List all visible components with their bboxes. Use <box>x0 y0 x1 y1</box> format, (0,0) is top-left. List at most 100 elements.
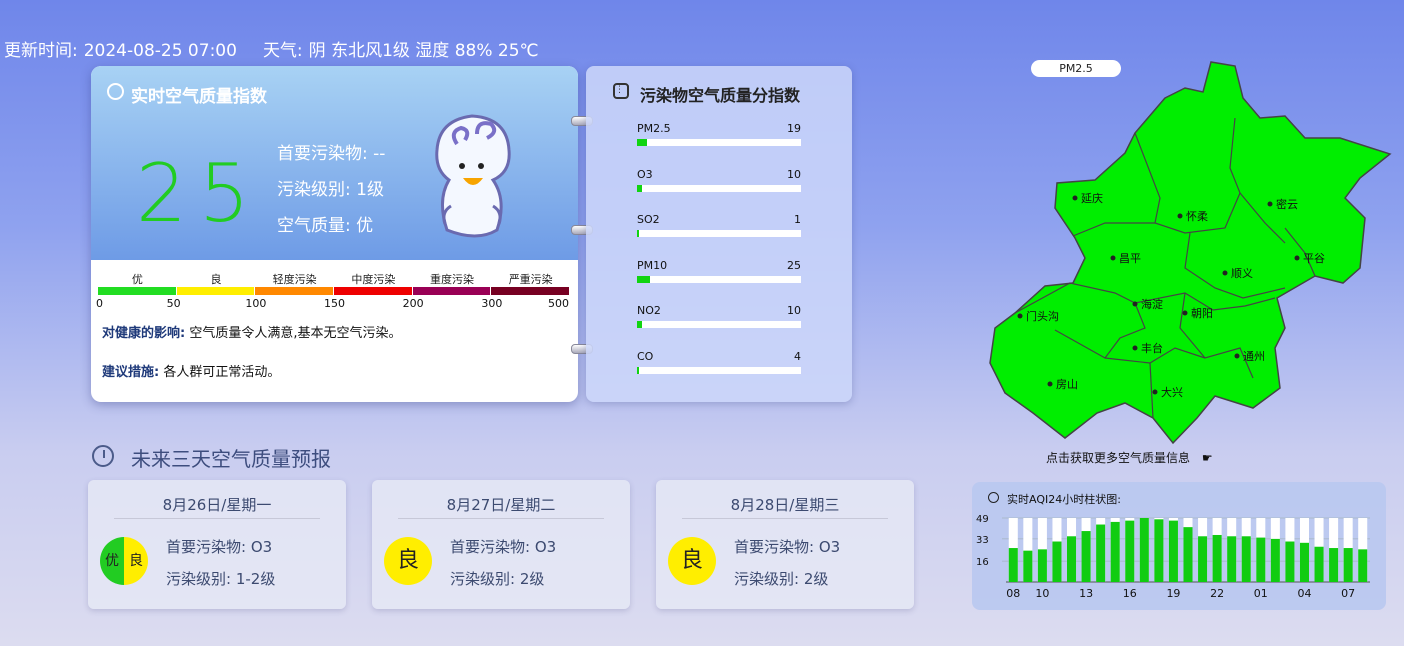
health-impact: 对健康的影响: 空气质量令人满意,基本无空气污染。 <box>102 322 401 341</box>
more-info-text[interactable]: 点击获取更多空气质量信息 <box>1046 451 1190 465</box>
forecast-card[interactable]: 8月28日/星期三 良 首要污染物: O3 污染级别: 2级 <box>656 480 914 609</box>
aqi-bar[interactable] <box>1256 537 1266 582</box>
aqi-bar[interactable] <box>1052 541 1062 582</box>
beijing-map[interactable]: 延庆怀柔 密云昌平顺义 平谷门头沟 海淀朝阳丰台通州房山大兴 <box>985 58 1395 448</box>
divider <box>398 518 604 519</box>
aqi-bar[interactable] <box>1270 538 1280 582</box>
district-marker[interactable] <box>1017 313 1023 319</box>
district-marker[interactable] <box>1182 310 1188 316</box>
pollutant-name: SO2 <box>637 213 660 226</box>
district-label[interactable]: 丰台 <box>1141 341 1163 355</box>
y-tick-label: 16 <box>976 557 989 568</box>
x-tick-label: 07 <box>1341 587 1355 600</box>
aqi-bar[interactable] <box>1168 520 1178 582</box>
pollutant-row: O3 10 <box>637 168 801 198</box>
aqi-bar[interactable] <box>1198 536 1208 582</box>
level-name: 轻度污染 <box>272 273 317 286</box>
forecast-card[interactable]: 8月26日/星期一 优 良 首要污染物: O3 污染级别: 1-2级 <box>88 480 346 609</box>
aqi-bar[interactable] <box>1183 527 1193 582</box>
district-label[interactable]: 通州 <box>1243 350 1265 363</box>
mascot-icon <box>435 114 511 238</box>
level-badge: 优 良 <box>100 537 148 585</box>
district-label[interactable]: 海淀 <box>1141 297 1163 311</box>
x-tick-label: 19 <box>1166 587 1180 600</box>
district-marker[interactable] <box>1132 345 1138 351</box>
forecast-date: 8月26日/星期一 <box>162 496 272 514</box>
pollutant-bar-track <box>637 139 801 146</box>
aqi-bar[interactable] <box>1241 536 1251 582</box>
update-label: 更新时间: <box>4 41 78 61</box>
aqi-bar[interactable] <box>1067 536 1077 582</box>
grid-icon: ⋮⋮ <box>613 83 633 99</box>
aqi-bar[interactable] <box>1037 549 1047 582</box>
forecast-date: 8月28日/星期三 <box>730 496 840 514</box>
district-marker[interactable] <box>1234 353 1240 359</box>
district-marker[interactable] <box>1152 389 1158 395</box>
aqi-bar[interactable] <box>1358 549 1368 582</box>
aqi-bar[interactable] <box>1096 524 1106 582</box>
district-marker[interactable] <box>1294 255 1300 261</box>
district-marker[interactable] <box>1222 270 1228 276</box>
pollutant-name: PM2.5 <box>637 122 671 135</box>
forecast-level: 污染级别: 2级 <box>450 570 545 588</box>
divider <box>682 518 888 519</box>
aqi-bar[interactable] <box>1008 548 1018 582</box>
weather-value: 阴 东北风1级 湿度 88% 25℃ <box>308 41 539 61</box>
pollutant-value: 19 <box>787 122 801 135</box>
aqi-bar[interactable] <box>1329 548 1339 582</box>
district-label[interactable]: 朝阳 <box>1191 307 1213 320</box>
district-label[interactable]: 密云 <box>1276 197 1298 211</box>
district-label[interactable]: 大兴 <box>1161 385 1183 399</box>
level-tick: 200 <box>402 297 424 310</box>
district-marker[interactable] <box>1132 301 1138 307</box>
district-marker[interactable] <box>1072 195 1078 201</box>
pollutant-name: PM10 <box>637 258 668 272</box>
pollutant-row: SO2 1 <box>637 213 801 243</box>
district-label[interactable]: 延庆 <box>1081 191 1103 205</box>
aqi-bar[interactable] <box>1285 541 1295 582</box>
aqi-bar[interactable] <box>1314 546 1324 582</box>
x-tick-label: 13 <box>1079 587 1093 600</box>
district-marker[interactable] <box>1047 381 1053 387</box>
level-ticks: 0 50 100 150 200 300 500 <box>91 297 578 311</box>
pollutant-bar-fill <box>637 321 642 328</box>
aqi-bar[interactable] <box>1081 531 1091 582</box>
aqi-bar[interactable] <box>1154 519 1164 582</box>
air-quality: 空气质量: 优 <box>277 216 374 236</box>
pollutant-bar-track <box>637 184 801 192</box>
aqi-bar[interactable] <box>1023 550 1033 582</box>
forecast-card[interactable]: 8月27日/星期二 良 首要污染物: O3 污染级别: 2级 <box>372 480 630 609</box>
aqi-bar[interactable] <box>1299 542 1309 582</box>
pollutant-name: O3 <box>637 167 653 181</box>
district-label[interactable]: 房山 <box>1056 378 1078 391</box>
pointer-hand-icon: ☛ <box>1201 451 1213 465</box>
district-label[interactable]: 平谷 <box>1303 252 1325 265</box>
district-label[interactable]: 门头沟 <box>1026 309 1059 323</box>
realtime-aqi-header: 实时空气质量指数 25 首要污染物: -- 污染级别: 1级 空气质量: 优 <box>91 66 578 260</box>
level-badge: 良 <box>384 537 432 585</box>
aqi-bar[interactable] <box>1110 521 1120 582</box>
aqi-bar[interactable] <box>1227 536 1237 582</box>
level-tick: 100 <box>245 297 267 310</box>
pollutant-bar-fill <box>637 366 639 374</box>
cloud-icon <box>107 83 124 100</box>
aqi-bar[interactable] <box>1139 518 1149 582</box>
x-tick-label: 08 <box>1006 587 1020 600</box>
aqi-bar[interactable] <box>1212 534 1222 582</box>
aqi-bar[interactable] <box>1343 548 1353 582</box>
aqi-bar[interactable] <box>1125 520 1135 582</box>
level-color-segment <box>176 287 255 295</box>
pollutant-card-title: 污染物空气质量分指数 <box>640 86 801 105</box>
district-label[interactable]: 怀柔 <box>1186 210 1208 223</box>
district-label[interactable]: 昌平 <box>1119 252 1141 265</box>
pollutant-bar-track <box>637 230 801 237</box>
district-marker[interactable] <box>1267 201 1273 207</box>
aqi-info: 首要污染物: -- 污染级别: 1级 空气质量: 优 <box>277 136 385 244</box>
level-tick: 50 <box>166 297 181 310</box>
badge-left: 优 <box>100 537 124 585</box>
more-info-link[interactable]: 点击获取更多空气质量信息 ☛ <box>1046 449 1213 466</box>
level-name: 良 <box>210 273 222 286</box>
district-marker[interactable] <box>1110 255 1116 261</box>
district-label[interactable]: 顺义 <box>1231 267 1253 280</box>
district-marker[interactable] <box>1177 213 1183 219</box>
